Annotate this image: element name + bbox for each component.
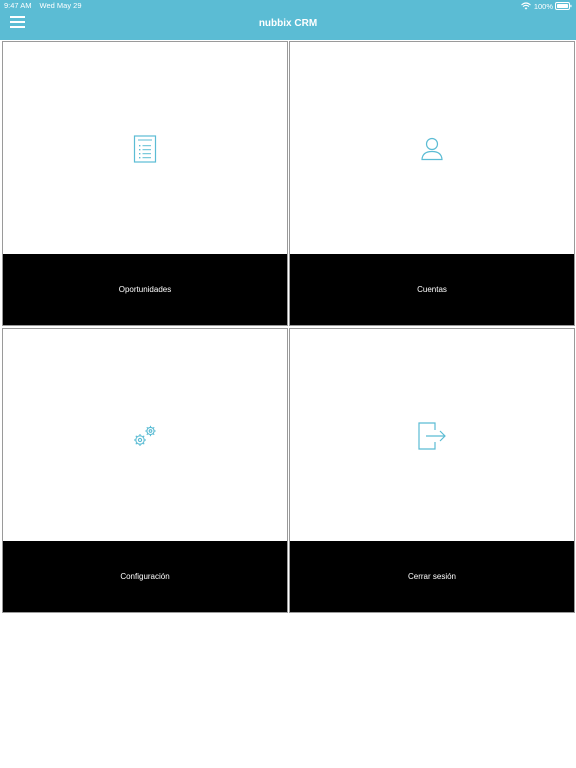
- status-bar-right: 100%: [520, 1, 572, 11]
- tile-icon-area: [3, 42, 287, 255]
- tile-cuentas[interactable]: Cuentas: [289, 41, 575, 326]
- tile-icon-area: [290, 329, 574, 542]
- top-bar: 9:47 AM Wed May 29 100% nubbix CRM: [0, 0, 576, 40]
- wifi-icon: [520, 2, 531, 10]
- status-time: 9:47 AM: [4, 1, 32, 10]
- status-bar-left: 9:47 AM Wed May 29: [4, 1, 82, 11]
- tile-label: Configuración: [3, 541, 287, 612]
- tile-icon-area: [290, 42, 574, 255]
- logout-icon: [417, 421, 447, 451]
- status-date: Wed May 29: [39, 1, 82, 10]
- document-list-icon: [133, 134, 157, 163]
- tile-configuracion[interactable]: Configuración: [2, 328, 288, 613]
- tile-label: Cuentas: [290, 254, 574, 325]
- app-title: nubbix CRM: [258, 18, 318, 29]
- tile-cerrar-sesion[interactable]: Cerrar sesión: [289, 328, 575, 613]
- user-icon: [421, 137, 443, 161]
- battery-icon: [555, 2, 572, 10]
- battery-percent: 100%: [533, 1, 553, 11]
- tile-label: Cerrar sesión: [290, 541, 574, 612]
- tile-oportunidades[interactable]: Oportunidades: [2, 41, 288, 326]
- tile-label: Oportunidades: [3, 254, 287, 325]
- tile-icon-area: [3, 329, 287, 542]
- gears-icon: [131, 423, 159, 449]
